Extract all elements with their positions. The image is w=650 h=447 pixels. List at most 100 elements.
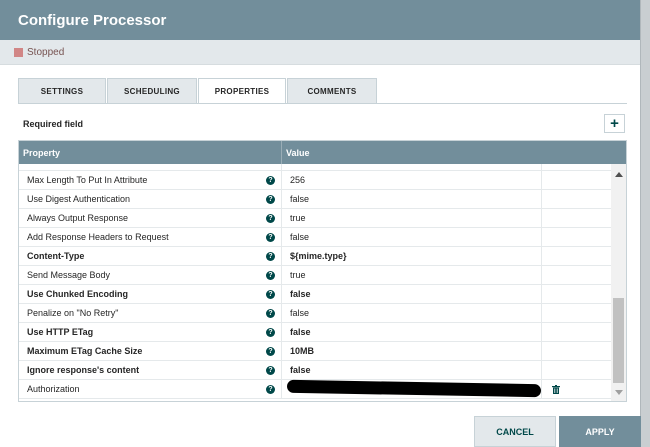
property-value-cell[interactable]: true <box>282 266 542 284</box>
property-value-cell[interactable]: false <box>282 361 542 379</box>
property-name: Send Message Body <box>27 270 111 280</box>
table-row: Maximum ETag Cache Size? 10MB <box>19 342 611 361</box>
property-name: Content-Type <box>27 251 85 261</box>
dialog-titlebar: Configure Processor <box>0 0 640 40</box>
status-bar: Stopped <box>0 40 640 65</box>
property-name-cell: Use Digest Authentication? <box>19 190 282 208</box>
property-value-cell[interactable]: false <box>282 285 542 303</box>
help-icon[interactable]: ? <box>266 289 275 299</box>
property-value: false <box>290 194 310 204</box>
help-icon[interactable]: ? <box>266 384 275 394</box>
help-icon[interactable]: ? <box>266 270 275 280</box>
property-value: true <box>290 270 306 280</box>
plus-icon: + <box>610 115 619 132</box>
property-name: Max Length To Put In Attribute <box>27 175 148 185</box>
property-name-cell: Add Response Headers to Request? <box>19 228 282 246</box>
column-header-property[interactable]: Property <box>19 141 282 164</box>
configure-processor-dialog: Configure Processor Stopped SETTINGS SCH… <box>0 0 641 447</box>
apply-button[interactable]: APPLY <box>559 416 641 447</box>
column-header-value[interactable]: Value <box>282 141 626 164</box>
property-name: Use Chunked Encoding <box>27 289 129 299</box>
help-icon[interactable]: ? <box>266 327 275 337</box>
property-actions-cell <box>542 190 611 208</box>
property-name-cell: Ignore response's content? <box>19 361 282 379</box>
tab-comments[interactable]: COMMENTS <box>287 78 377 104</box>
help-icon[interactable]: ? <box>266 365 275 375</box>
table-row: Send Message Body? true <box>19 266 611 285</box>
table-row: Always Output Response? true <box>19 209 611 228</box>
property-name: Maximum ETag Cache Size <box>27 346 143 356</box>
scrollbar-thumb[interactable] <box>613 298 624 383</box>
property-name-cell: Send Message Body? <box>19 266 282 284</box>
property-name: Use Digest Authentication <box>27 194 131 204</box>
property-value: false <box>290 327 311 337</box>
help-icon[interactable]: ? <box>266 346 275 356</box>
property-name-cell: Max Length To Put In Attribute? <box>19 171 282 189</box>
table-row: Use HTTP ETag? false <box>19 323 611 342</box>
property-name: Ignore response's content <box>27 365 140 375</box>
properties-table: Property Value Max Length To Put In Attr… <box>18 140 627 402</box>
property-value-cell[interactable]: false <box>282 304 542 322</box>
tab-bar: SETTINGS SCHEDULING PROPERTIES COMMENTS <box>18 78 378 104</box>
property-name: Use HTTP ETag <box>27 327 94 337</box>
help-icon[interactable]: ? <box>266 194 275 204</box>
property-actions-cell <box>542 247 611 265</box>
property-name-cell: Maximum ETag Cache Size? <box>19 342 282 360</box>
property-value-cell[interactable]: 10MB <box>282 342 542 360</box>
property-name-cell: Always Output Response? <box>19 209 282 227</box>
property-name-cell: Authorization? <box>19 380 282 398</box>
help-icon[interactable]: ? <box>266 251 275 261</box>
table-row: Max Length To Put In Attribute? 256 <box>19 171 611 190</box>
stopped-icon <box>14 47 23 57</box>
scroll-down-arrow-icon[interactable] <box>615 390 623 395</box>
row-container: Max Length To Put In Attribute? 256 Use Di… <box>19 171 611 399</box>
property-actions-cell <box>542 266 611 284</box>
dialog-title: Configure Processor <box>18 11 167 29</box>
property-value: false <box>290 365 311 375</box>
help-icon[interactable]: ? <box>266 308 275 318</box>
table-row: Ignore response's content? false <box>19 361 611 380</box>
required-field-label: Required field <box>23 119 84 129</box>
add-property-button[interactable]: + <box>604 114 625 133</box>
table-row: Content-Type? ${mime.type} <box>19 247 611 266</box>
property-name: Add Response Headers to Request <box>27 232 169 242</box>
help-icon[interactable]: ? <box>266 232 275 242</box>
property-value: true <box>290 213 306 223</box>
table-row: Use Digest Authentication? false <box>19 190 611 209</box>
table-scrollbar[interactable] <box>611 164 626 401</box>
tab-scheduling[interactable]: SCHEDULING <box>107 78 197 104</box>
property-actions-cell <box>542 285 611 303</box>
property-actions-cell <box>542 342 611 360</box>
table-body: Max Length To Put In Attribute? 256 Use Di… <box>19 164 611 399</box>
property-value-cell[interactable]: 256 <box>282 171 542 189</box>
property-value-cell[interactable]: false <box>282 190 542 208</box>
property-actions-cell <box>542 304 611 322</box>
property-name: Authorization <box>27 384 80 394</box>
property-value-cell[interactable]: true <box>282 209 542 227</box>
scroll-up-arrow-icon[interactable] <box>615 172 623 177</box>
property-actions-cell <box>542 323 611 341</box>
property-actions-cell <box>542 209 611 227</box>
property-name: Always Output Response <box>27 213 129 223</box>
property-value: false <box>290 308 310 318</box>
tab-divider <box>18 103 627 104</box>
property-value-cell[interactable]: false <box>282 323 542 341</box>
property-value-cell[interactable]: ${mime.type} <box>282 247 542 265</box>
property-name-cell: Use Chunked Encoding? <box>19 285 282 303</box>
cancel-button[interactable]: CANCEL <box>474 416 556 447</box>
property-name-cell: Penalize on "No Retry"? <box>19 304 282 322</box>
property-actions-cell <box>542 380 611 398</box>
property-value: ${mime.type} <box>290 251 347 261</box>
status-text: Stopped <box>27 46 65 58</box>
property-value: false <box>290 232 310 242</box>
tab-settings[interactable]: SETTINGS <box>18 78 106 104</box>
help-icon[interactable]: ? <box>266 175 275 185</box>
property-name-cell: Use HTTP ETag? <box>19 323 282 341</box>
property-value-cell[interactable]: false <box>282 228 542 246</box>
table-row: Use Chunked Encoding? false <box>19 285 611 304</box>
tab-properties[interactable]: PROPERTIES <box>198 78 286 104</box>
delete-trash-icon[interactable] <box>552 384 560 394</box>
help-icon[interactable]: ? <box>266 213 275 223</box>
table-row-partial <box>19 164 611 171</box>
property-name: Penalize on "No Retry" <box>27 308 119 318</box>
